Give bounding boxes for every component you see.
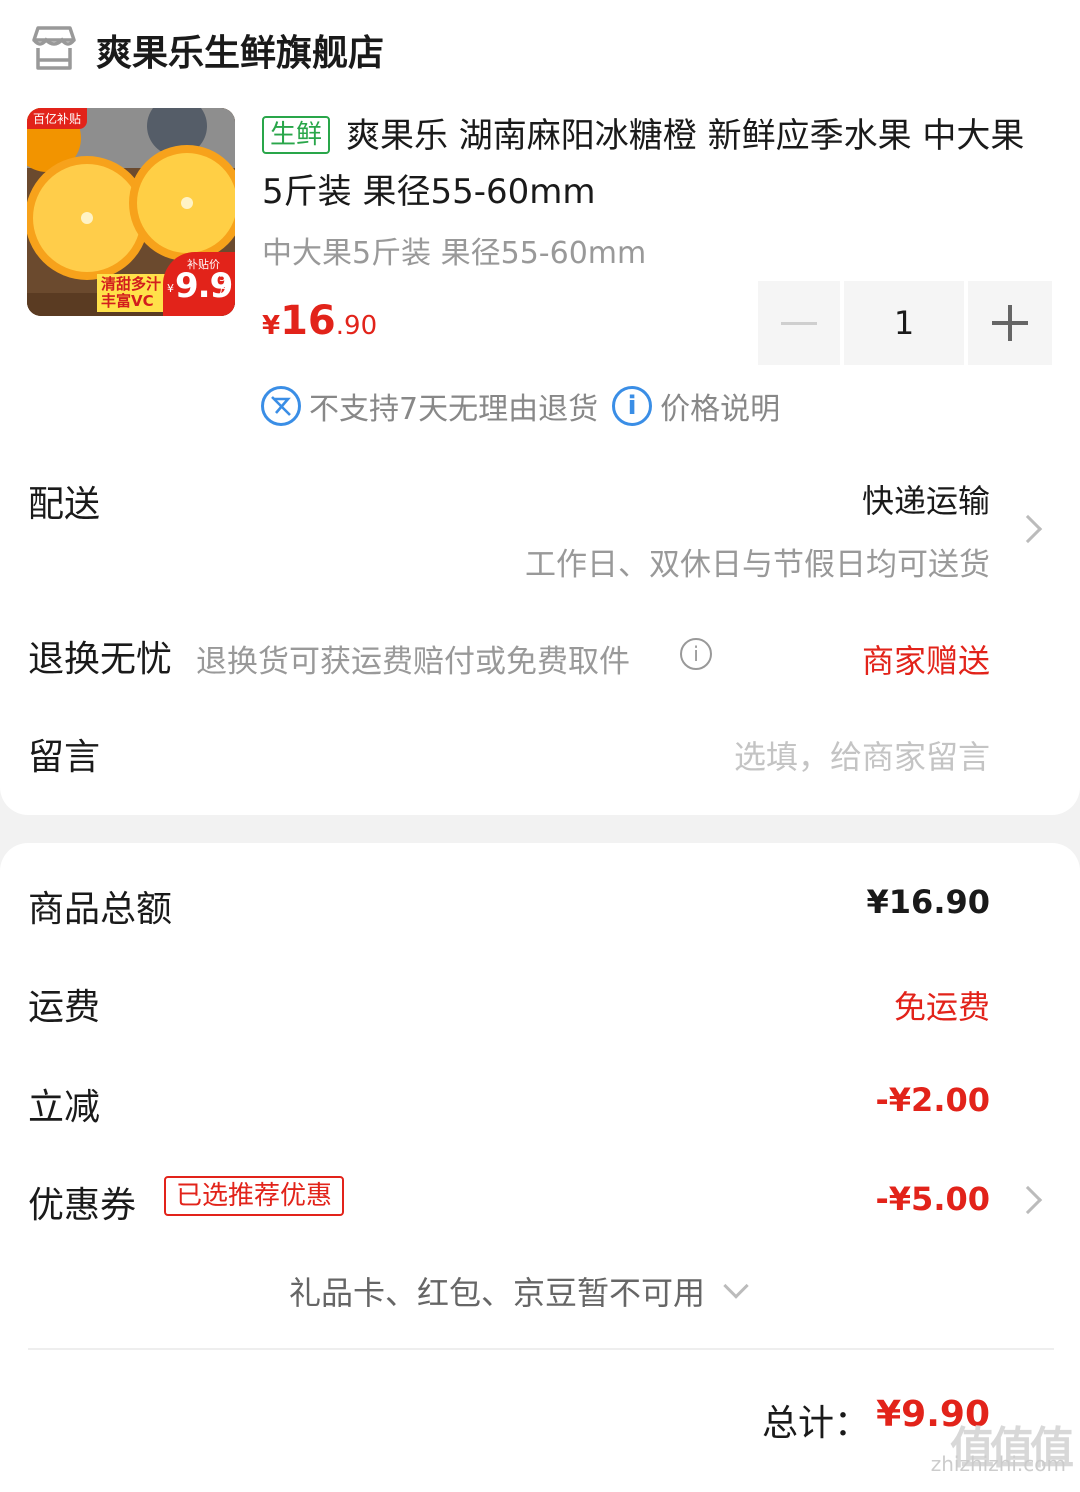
coupon-value[interactable]: -¥5.00	[876, 1180, 991, 1218]
badge-left: 清甜多汁 丰富VC	[97, 274, 166, 312]
returns-label: 退换无忧	[28, 639, 173, 680]
badge-top: 百亿补贴	[27, 108, 88, 129]
coupon-tag: 已选推荐优惠	[164, 1176, 345, 1216]
unavailable-text: 礼品卡、红包、京豆暂不可用	[289, 1274, 706, 1312]
minus-icon	[781, 321, 817, 325]
delivery-detail: 工作日、双休日与节假日均可送货	[525, 547, 990, 583]
decrease-button[interactable]	[758, 281, 840, 365]
fresh-tag: 生鲜	[262, 116, 331, 154]
store-icon	[32, 26, 76, 70]
discount-value: -¥2.00	[875, 1081, 991, 1119]
shipping-value: 免运费	[893, 988, 990, 1026]
badge-price-currency: ¥	[167, 282, 174, 295]
badge-price: 补贴价 ¥ 9.9 5斤	[163, 252, 235, 316]
order-card: 爽果乐生鲜旗舰店 百亿补贴 清甜多汁 丰富VC 补贴价 ¥ 9.9 5斤 爽果乐	[0, 0, 1080, 815]
quantity-input[interactable]: 1	[844, 281, 964, 365]
product-title[interactable]: 爽果乐 湖南麻阳冰糖橙 新鲜应季水果 中大果5斤装 果径55-60mm	[262, 108, 1042, 220]
product-price: ¥16.90	[262, 298, 377, 344]
no-return-icon	[261, 386, 301, 426]
delivery-method[interactable]: 快递运输	[862, 476, 990, 522]
increase-button[interactable]	[968, 281, 1052, 365]
divider	[28, 1348, 1054, 1350]
price-symbol: ¥	[262, 311, 281, 341]
chevron-right-icon[interactable]	[1013, 1185, 1043, 1215]
goods-total-value: ¥16.90	[866, 883, 990, 921]
badge-left-line2: 丰富VC	[101, 292, 154, 310]
badge-left-line1: 清甜多汁	[101, 275, 162, 293]
badge-price-unit: 5斤	[219, 271, 230, 296]
chevron-right-icon[interactable]	[1013, 514, 1043, 544]
summary-card: 商品总额 ¥16.90 运费 免运费 立减 -¥2.00 优惠券 已选推荐优惠 …	[0, 843, 1080, 1492]
notice-row: 不支持7天无理由退货 i 价格说明	[261, 384, 780, 428]
goods-total-label: 商品总额	[28, 889, 173, 930]
shipping-label: 运费	[28, 987, 101, 1028]
message-input[interactable]: 选填，给商家留言	[734, 732, 990, 778]
unavailable-toggle[interactable]: 礼品卡、红包、京豆暂不可用	[289, 1268, 749, 1314]
info-icon[interactable]: i	[612, 386, 653, 426]
store-name[interactable]: 爽果乐生鲜旗舰店	[96, 24, 384, 76]
returns-desc: 退换货可获运费赔付或免费取件	[196, 644, 630, 680]
product-image[interactable]: 百亿补贴 清甜多汁 丰富VC 补贴价 ¥ 9.9 5斤	[27, 108, 235, 316]
product-spec: 中大果5斤装 果径55-60mm	[262, 236, 647, 271]
returns-info-icon[interactable]: i	[680, 638, 712, 670]
price-integer: 16	[280, 298, 336, 344]
plus-icon-vertical	[1008, 305, 1012, 341]
delivery-label: 配送	[28, 484, 101, 525]
returns-value: 商家赠送	[861, 642, 990, 680]
chevron-down-icon	[723, 1273, 749, 1299]
message-label: 留言	[28, 737, 101, 778]
watermark-site: zhizhizhi.com	[930, 1452, 1066, 1476]
no-return-text: 不支持7天无理由退货	[309, 392, 599, 427]
quantity-stepper: 1	[758, 281, 1054, 365]
discount-label: 立减	[28, 1087, 101, 1128]
total-label: 总计：	[761, 1403, 870, 1444]
coupon-label: 优惠券	[28, 1185, 137, 1226]
price-note-link[interactable]: 价格说明	[660, 384, 780, 428]
price-decimal: .90	[335, 311, 378, 341]
